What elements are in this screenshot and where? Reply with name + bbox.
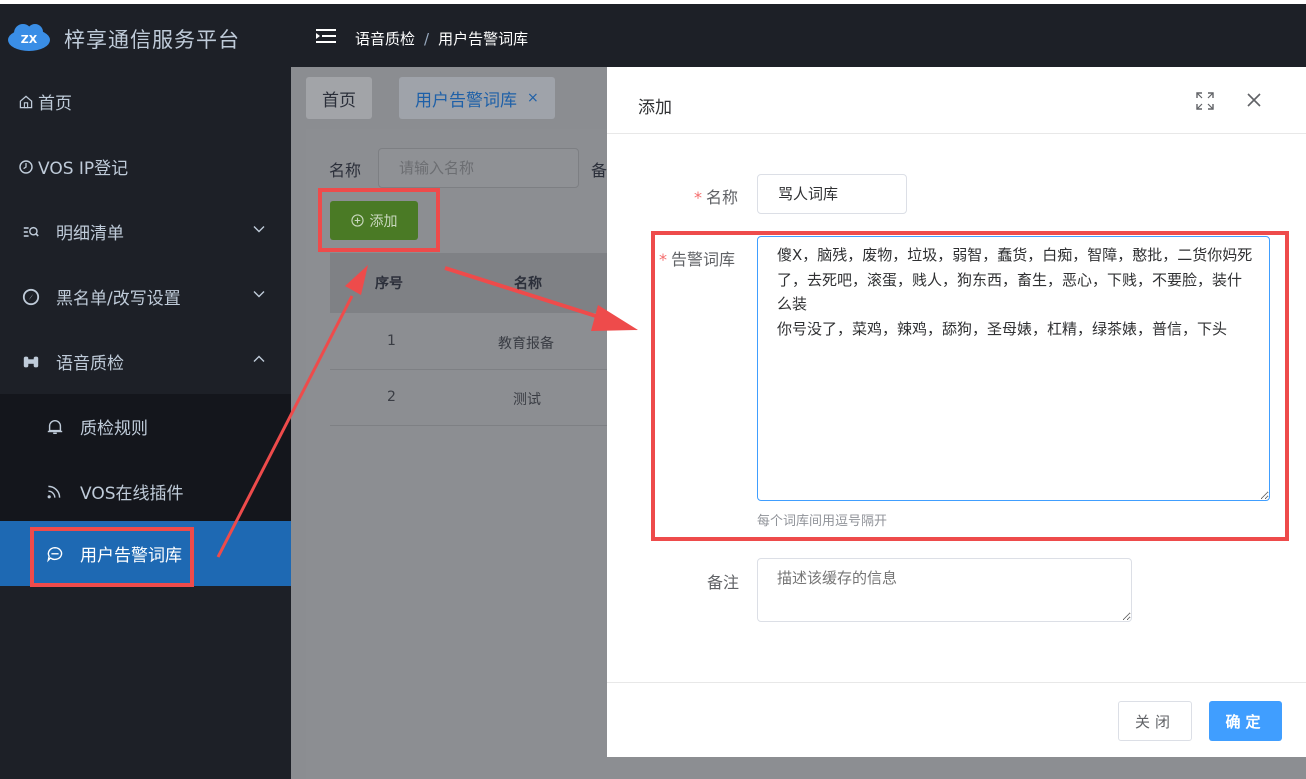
remark-field-label: 备注 [707, 573, 740, 592]
cell-index: 1 [387, 333, 396, 349]
sidebar-item-label: VOS在线插件 [80, 484, 184, 504]
confirm-button[interactable]: 确定 [1209, 701, 1282, 741]
filter-name-input[interactable]: 请输入名称 [378, 148, 579, 188]
compass-icon [22, 288, 40, 305]
sidebar: 首页 VOS IP登记 明细清单 黑名单/改写设置 语音质检 质检规则 VOS在… [0, 67, 291, 779]
sidebar-item-label: 首页 [38, 94, 72, 114]
app-title: 梓享通信服务平台 [64, 28, 240, 52]
top-header: ZX 梓享通信服务平台 语音质检 / 用户告警词库 [0, 0, 1306, 67]
dialog-footer-divider [607, 682, 1306, 683]
tab-close-icon[interactable]: × [527, 90, 539, 106]
binoculars-icon [23, 356, 39, 367]
cell-name: 测试 [513, 392, 541, 408]
clock-icon [19, 159, 33, 174]
hamburger-icon[interactable] [316, 28, 336, 44]
sidebar-item-blacklist[interactable]: 黑名单/改写设置 [0, 264, 291, 329]
sidebar-item-home[interactable]: 首页 [0, 69, 291, 134]
breadcrumb-item-parent[interactable]: 语音质检 [355, 30, 415, 48]
sidebar-item-label: 质检规则 [80, 419, 148, 439]
sidebar-item-qc-rules[interactable]: 质检规则 [0, 394, 291, 459]
fullscreen-icon[interactable] [1196, 92, 1214, 110]
sidebar-item-voice-qc[interactable]: 语音质检 [0, 329, 291, 394]
table-header: 序号 名称 [330, 253, 620, 313]
filter-remark-label: 备 [591, 161, 608, 180]
dialog-header-divider [607, 133, 1306, 134]
column-header-index: 序号 [375, 276, 403, 292]
sidebar-item-label: 语音质检 [56, 354, 124, 374]
cell-name: 教育报备 [498, 336, 554, 352]
chevron-down-icon [253, 291, 265, 298]
remark-textarea[interactable] [757, 558, 1132, 622]
name-field-label: * 名称 [694, 184, 738, 208]
logo-text: ZX [21, 33, 38, 46]
breadcrumb: 语音质检 / 用户告警词库 [355, 28, 528, 49]
annotation-highlight-add [318, 188, 440, 252]
name-field[interactable]: 骂人词库 [757, 174, 907, 214]
bell-icon [47, 419, 63, 434]
tab-label: 用户告警词库 [415, 90, 517, 111]
close-button[interactable]: 关闭 [1118, 701, 1192, 741]
sidebar-item-vos-plugin[interactable]: VOS在线插件 [0, 459, 291, 524]
table-row[interactable]: 1 教育报备 [330, 315, 620, 370]
annotation-highlight-sidebar [30, 527, 194, 587]
sidebar-item-detail-list[interactable]: 明细清单 [0, 199, 291, 264]
name-field-label-text: 名称 [706, 188, 739, 207]
rss-icon [47, 485, 61, 498]
tab-label: 首页 [322, 90, 356, 111]
list-search-icon [23, 226, 39, 237]
breadcrumb-item-current: 用户告警词库 [438, 30, 529, 48]
chevron-down-icon [253, 226, 265, 233]
column-header-name: 名称 [514, 276, 542, 292]
sidebar-item-label: VOS IP登记 [38, 159, 129, 179]
table-row[interactable]: 2 测试 [330, 371, 620, 426]
tab-home[interactable]: 首页 [306, 77, 372, 119]
sidebar-item-label: 黑名单/改写设置 [56, 289, 181, 309]
filter-name-label: 名称 [329, 161, 362, 180]
sidebar-item-vos-ip[interactable]: VOS IP登记 [0, 134, 291, 199]
close-icon[interactable] [1246, 92, 1262, 108]
breadcrumb-separator: / [424, 30, 430, 48]
cell-index: 2 [387, 389, 396, 405]
logo-cloud-icon: ZX [8, 24, 50, 51]
chevron-up-icon [253, 355, 265, 362]
dialog-title: 添加 [638, 98, 672, 118]
home-icon [19, 95, 33, 108]
required-mark: * [694, 188, 702, 207]
annotation-highlight-words [651, 231, 1289, 541]
tab-user-alert-words[interactable]: 用户告警词库 × [399, 77, 555, 119]
sidebar-item-label: 明细清单 [56, 224, 124, 244]
